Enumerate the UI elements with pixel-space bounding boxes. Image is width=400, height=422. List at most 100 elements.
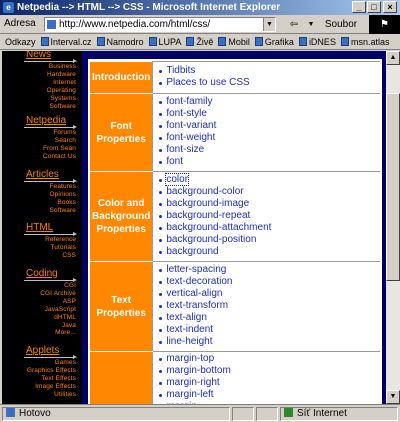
- topic-link[interactable]: font-size: [157, 144, 380, 156]
- link-item[interactable]: Mobil: [218, 37, 250, 47]
- category-cell: Text Properties: [90, 261, 153, 352]
- go-back-dropdown-icon[interactable]: ▼: [306, 17, 316, 32]
- sidebar-link[interactable]: Games: [27, 359, 76, 367]
- sidebar-heading[interactable]: Netpedia: [26, 115, 66, 126]
- sidebar-link[interactable]: JavaScript: [40, 306, 76, 314]
- sidebar-link[interactable]: Opinions: [50, 191, 76, 199]
- sidebar-link[interactable]: Systems: [47, 95, 76, 103]
- topic-link[interactable]: vertical-align: [157, 288, 380, 300]
- sidebar-link[interactable]: Search: [43, 137, 76, 145]
- category-cell: Introduction: [90, 61, 153, 94]
- topic-link[interactable]: Tidbits: [157, 65, 380, 77]
- sidebar-link[interactable]: Utilities: [27, 391, 76, 399]
- css-topics-panel: Introduction Tidbits Places to use CSS F…: [88, 59, 382, 404]
- topic-link[interactable]: font-family: [157, 96, 380, 108]
- globe-icon: [284, 408, 293, 417]
- sidebar-link[interactable]: CGI: [40, 282, 76, 290]
- topic-link[interactable]: font-style: [157, 108, 380, 120]
- sidebar-link[interactable]: Books: [50, 199, 76, 207]
- topic-link[interactable]: color: [157, 173, 380, 186]
- heading-rule: [24, 59, 77, 63]
- topic-link[interactable]: text-decoration: [157, 276, 380, 288]
- link-page-icon: [186, 37, 195, 46]
- link-item[interactable]: msn.atlas: [340, 37, 389, 47]
- sidebar-link[interactable]: Software: [50, 207, 76, 215]
- topic-link[interactable]: margin-right: [157, 377, 380, 389]
- link-item[interactable]: Grafika: [254, 37, 294, 47]
- address-dropdown-icon[interactable]: ▼: [263, 18, 275, 31]
- topic-link[interactable]: font-variant: [157, 120, 380, 132]
- link-page-icon: [218, 37, 227, 46]
- scroll-up-icon[interactable]: ▲: [386, 51, 400, 65]
- ie-icon: e: [3, 2, 14, 13]
- topic-link[interactable]: margin-top: [157, 353, 380, 365]
- minimize-icon[interactable]: _: [352, 1, 366, 13]
- sidebar-link[interactable]: Software: [47, 103, 76, 111]
- link-item[interactable]: Interval.cz: [40, 37, 92, 47]
- topic-link[interactable]: background-position: [157, 234, 380, 246]
- topic-link[interactable]: font-weight: [157, 132, 380, 144]
- link-item[interactable]: Namodro: [96, 37, 144, 47]
- vertical-scrollbar[interactable]: ▲ ▼: [386, 51, 400, 404]
- sidebar-link[interactable]: Features: [50, 183, 76, 191]
- status-empty-cell: [256, 407, 278, 421]
- scroll-thumb[interactable]: [386, 93, 400, 281]
- topic-link[interactable]: text-transform: [157, 300, 380, 312]
- topic-link[interactable]: background: [157, 246, 380, 258]
- maximize-icon[interactable]: □: [367, 1, 381, 13]
- sidebar-link[interactable]: Operating: [47, 87, 76, 95]
- sidebar-link[interactable]: Business: [47, 63, 76, 71]
- topic-link[interactable]: Places to use CSS: [157, 77, 380, 89]
- sidebar-link[interactable]: Hardware: [47, 71, 76, 79]
- sidebar-link[interactable]: Java: [40, 322, 76, 330]
- sidebar-link[interactable]: Text Effects: [27, 375, 76, 383]
- link-item[interactable]: LUPA: [148, 37, 181, 47]
- go-back-button[interactable]: ⇦: [282, 17, 306, 32]
- sidebar-heading[interactable]: Applets: [26, 345, 59, 356]
- status-bar: Hotovo Síť Internet: [0, 404, 400, 422]
- window-titlebar[interactable]: e Netpedia --> HTML --> CSS - Microsoft …: [0, 0, 400, 15]
- address-bar: Adresa http://www.netpedia.com/html/css/…: [0, 15, 400, 34]
- sidebar-link[interactable]: Internet: [47, 79, 76, 87]
- topic-link[interactable]: font: [157, 156, 380, 168]
- security-zone-cell: Síť Internet: [280, 407, 398, 421]
- sidebar-heading[interactable]: Coding: [26, 268, 58, 279]
- sidebar-link[interactable]: CSS: [45, 252, 76, 260]
- link-item[interactable]: Živě: [186, 37, 213, 47]
- sidebar-heading[interactable]: News: [26, 51, 51, 60]
- topic-link[interactable]: margin-left: [157, 389, 380, 401]
- topic-link[interactable]: background-image: [157, 198, 380, 210]
- sidebar-link[interactable]: Tutorials: [45, 244, 76, 252]
- link-page-icon: [298, 37, 307, 46]
- windows-logo: ⚑: [369, 15, 400, 34]
- address-input[interactable]: http://www.netpedia.com/html/css/ ▼: [44, 17, 276, 32]
- topic-link[interactable]: letter-spacing: [157, 264, 380, 276]
- topic-link[interactable]: line-height: [157, 336, 380, 348]
- heading-rule: [24, 355, 77, 359]
- topic-link[interactable]: margin-bottom: [157, 365, 380, 377]
- topic-link[interactable]: background-repeat: [157, 210, 380, 222]
- heading-rule: [24, 278, 77, 282]
- sidebar-heading[interactable]: Articles: [26, 169, 59, 180]
- link-item[interactable]: iDNES: [298, 37, 336, 47]
- address-url: http://www.netpedia.com/html/css/: [59, 19, 211, 30]
- topic-link[interactable]: text-indent: [157, 324, 380, 336]
- sidebar-link[interactable]: dHTML: [40, 314, 76, 322]
- sidebar-heading[interactable]: HTML: [26, 222, 53, 233]
- sidebar-link[interactable]: More...: [40, 329, 76, 337]
- sidebar-link[interactable]: From Sean: [43, 145, 76, 153]
- sidebar-link[interactable]: Graphics Effects: [27, 367, 76, 375]
- sidebar-link[interactable]: Contact Us: [43, 153, 76, 161]
- topic-link[interactable]: background-attachment: [157, 222, 380, 234]
- sidebar-link[interactable]: Reference: [45, 236, 76, 244]
- sidebar-link[interactable]: CGI Archive: [40, 290, 76, 298]
- sidebar-link[interactable]: ASP: [40, 298, 76, 306]
- sidebar-link[interactable]: Image Effects: [27, 383, 76, 391]
- sidebar-link[interactable]: Forums: [43, 129, 76, 137]
- topic-link[interactable]: background-color: [157, 186, 380, 198]
- link-page-icon: [40, 37, 49, 46]
- scroll-down-icon[interactable]: ▼: [386, 390, 400, 404]
- file-menu-button[interactable]: Soubor: [318, 17, 364, 32]
- topic-link[interactable]: text-align: [157, 312, 380, 324]
- close-icon[interactable]: ×: [383, 1, 397, 13]
